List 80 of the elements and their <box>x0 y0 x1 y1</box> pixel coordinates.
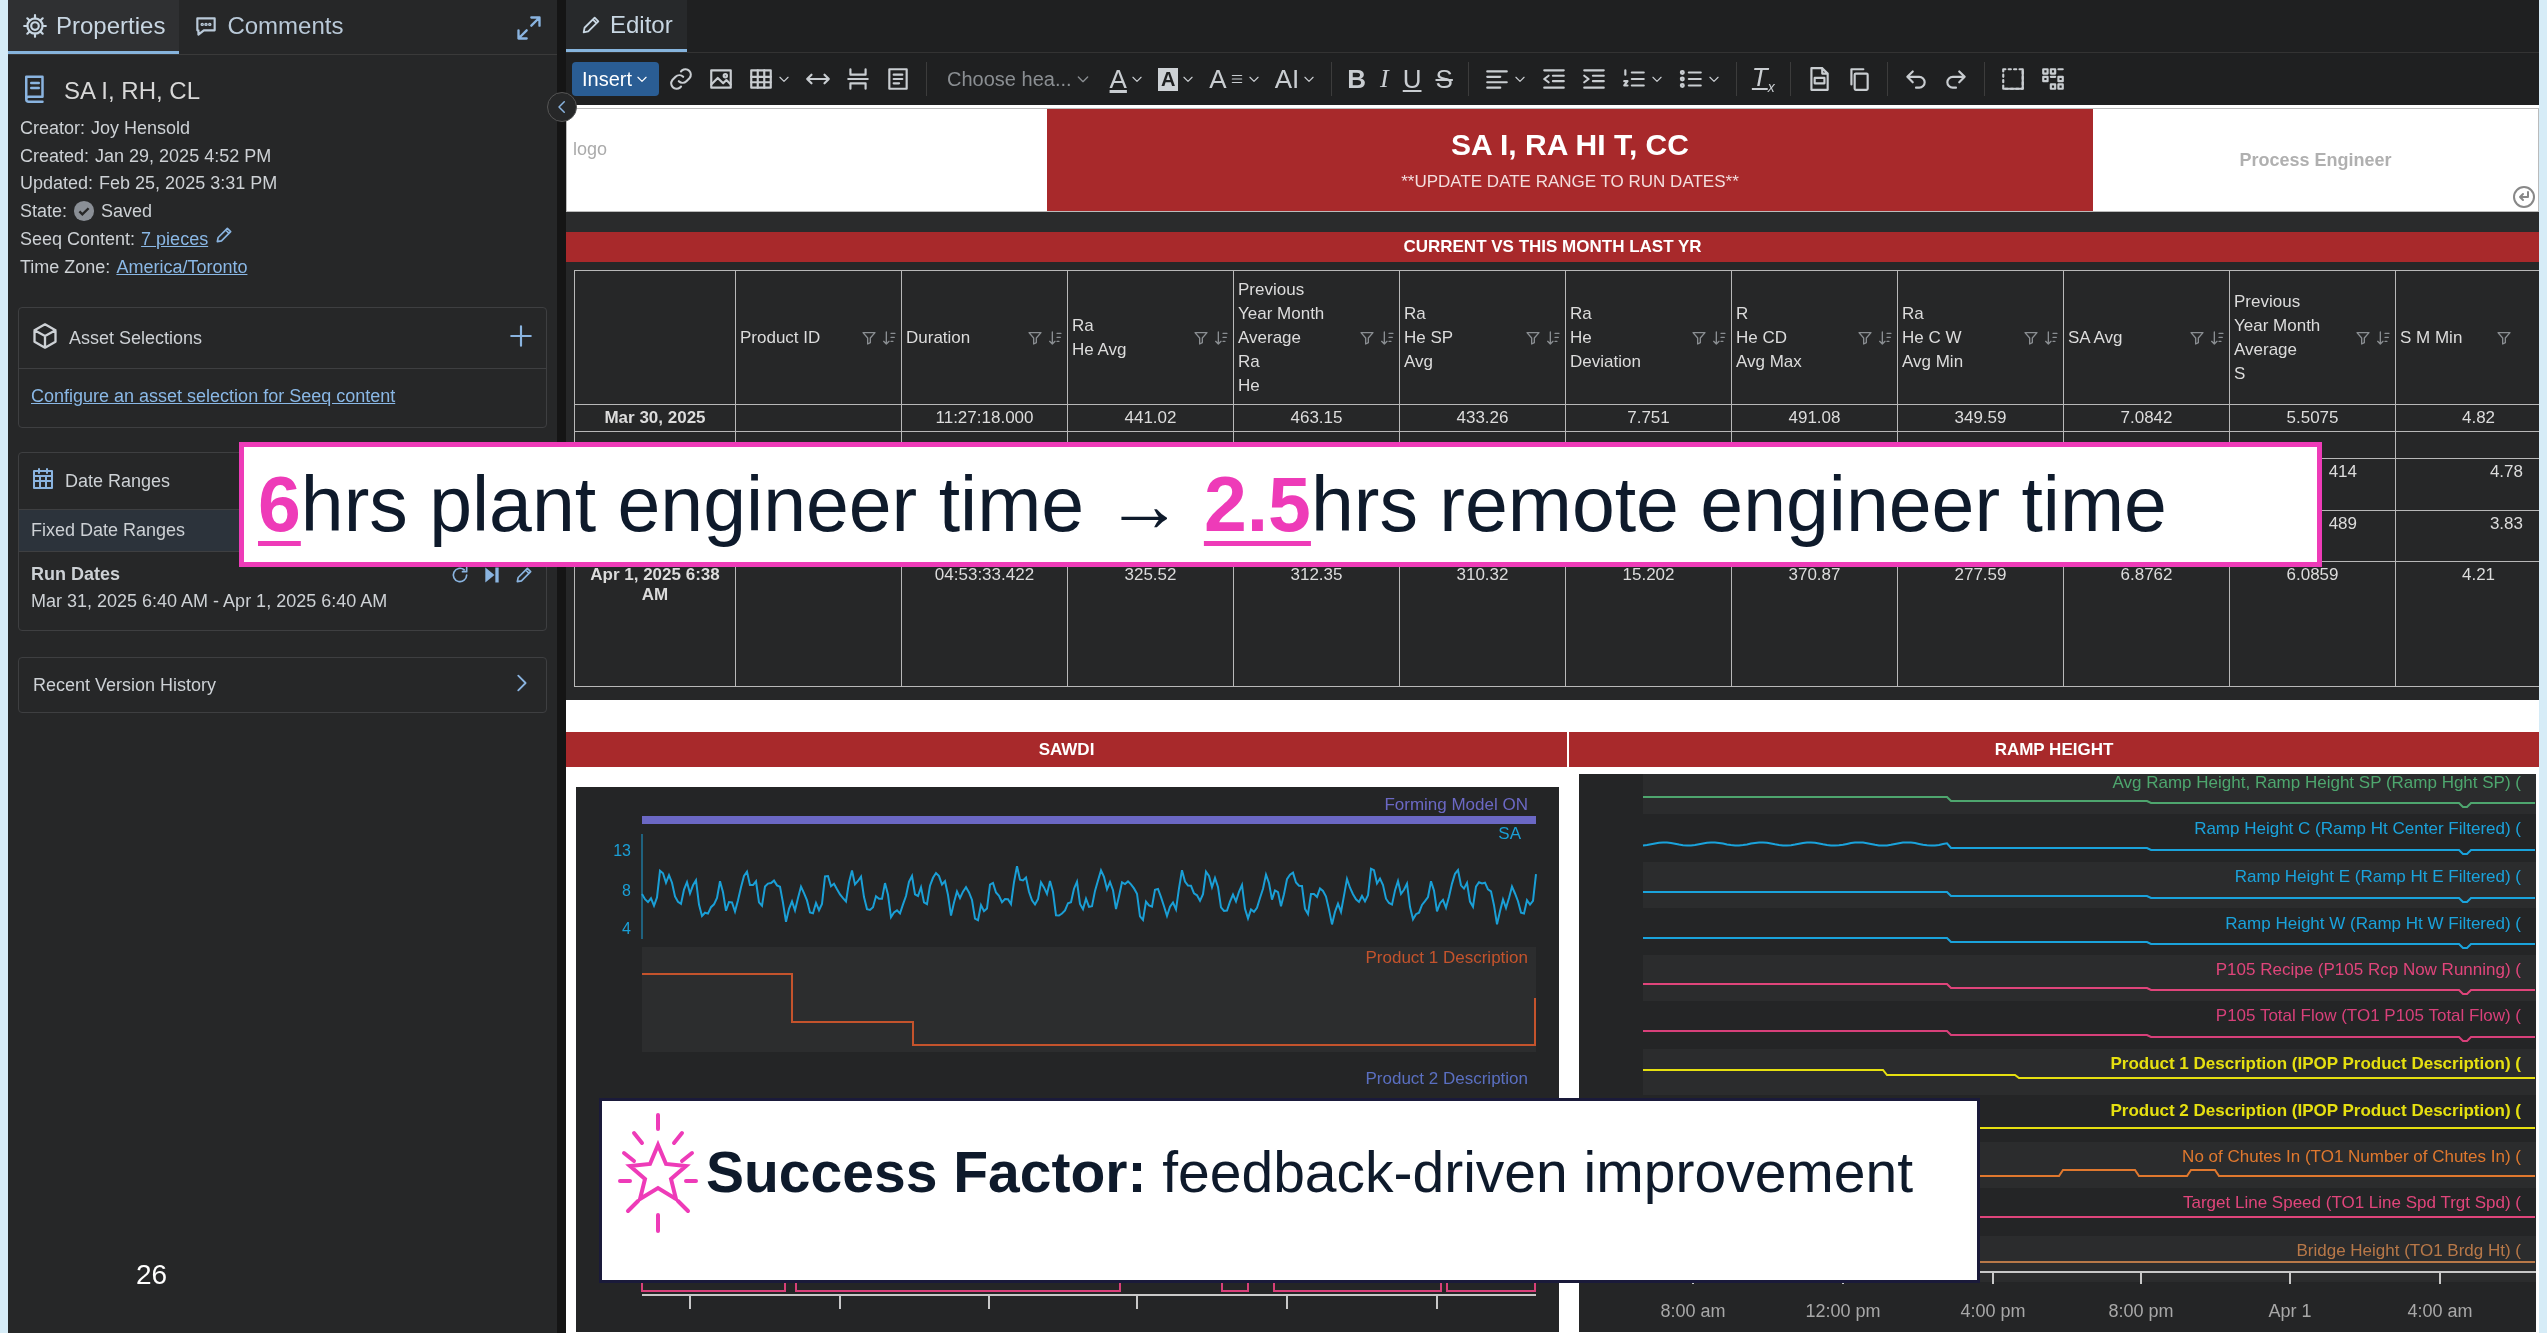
meta-value: Feb 25, 2025 3:31 PM <box>99 172 278 195</box>
table-cell: 7.0842 <box>2063 404 2230 432</box>
panel-tab[interactable]: Properties <box>8 0 180 54</box>
meta-value: Joy Hensold <box>91 117 191 140</box>
axis-tick-label: 13 <box>613 842 631 859</box>
lane-label: Ramp Height W (Ramp Ht W Filtered) ( <box>2225 914 2521 933</box>
logo-text: logo <box>573 139 608 159</box>
lane-label: Ramp Height E (Ramp Ht E Filtered) ( <box>2234 867 2521 886</box>
meta-label: Seeq Content: <box>20 227 136 251</box>
table-cell: 5.5075 <box>2229 404 2396 432</box>
chart-title: RAMP HEIGHT <box>1569 732 2539 767</box>
card-title: Date Ranges <box>65 470 171 492</box>
report-subtitle: **UPDATE DATE RANGE TO RUN DATES** <box>1401 172 1739 192</box>
lane-label: Product 2 Description (IPOP Product Description) ( <box>2110 1101 2521 1120</box>
meta-label: Time Zone: <box>20 255 111 279</box>
panel-tab[interactable]: Comments <box>179 0 358 54</box>
row-header: Mar 30, 2025 <box>574 404 736 432</box>
toolbar-button[interactable]: A <box>1104 60 1149 98</box>
lane-label: Bridge Height (TO1 Brdg Ht) ( <box>2296 1241 2521 1260</box>
lane-label: Product 1 Description (IPOP Product Description) ( <box>2110 1054 2521 1073</box>
meta-value: Saved <box>101 199 153 223</box>
section-title: CURRENT VS THIS MONTH LAST YR <box>566 232 2539 262</box>
version-history-row[interactable]: Recent Version History <box>18 657 547 713</box>
lane-label: Ramp Height C (Ramp Ht Center Filtered) ( <box>2194 819 2521 838</box>
toolbar-button[interactable]: U <box>1397 60 1427 98</box>
timezone-link[interactable]: America/Toronto <box>116 253 248 281</box>
meta-label: Created: <box>20 144 90 168</box>
meta-value: Jan 29, 2025 4:52 PM <box>95 144 272 168</box>
table-cell: 433.26 <box>1399 404 1566 432</box>
card-title: Asset Selections <box>69 327 203 349</box>
editor-tab[interactable]: Editor <box>566 0 687 52</box>
axis-tick-label: 4:00 pm <box>1960 1301 2026 1321</box>
insert-dropdown[interactable]: Insert <box>572 62 660 96</box>
axis-tick-label: 4:00 am <box>2407 1301 2473 1321</box>
column-header[interactable]: Product ID <box>740 325 857 350</box>
lane-label: Avg Ramp Height, Ramp Height SP (Ramp Hght SP) ( <box>2112 774 2521 792</box>
axis-tick-label: 8:00 am <box>1660 1301 1726 1321</box>
content-link[interactable]: 7 pieces <box>141 225 209 253</box>
column-header[interactable]: Duration <box>906 325 1023 350</box>
meta-label: Updated: <box>20 172 94 195</box>
toolbar-button[interactable]: S <box>1430 60 1458 98</box>
lane-label: No of Chutes In (TO1 Number of Chutes In) ( <box>2182 1147 2521 1166</box>
lane-label: Forming Model ON <box>1384 795 1528 814</box>
toolbar-button[interactable]: T$_{x}$ <box>1746 60 1780 98</box>
meta-label: Creator: <box>20 117 86 140</box>
axis-tick-label: Apr 1 <box>2268 1301 2312 1321</box>
table-cell: 441.02 <box>1067 404 1234 432</box>
chart-title: SAWDI <box>566 732 1567 767</box>
table-cell: 7.751 <box>1565 404 1732 432</box>
column-header[interactable]: S M Min <box>2400 325 2463 350</box>
axis-tick-label: 12:00 pm <box>1805 1301 1881 1321</box>
table-cell: 349.59 <box>1897 404 2064 432</box>
table-cell: 463.15 <box>1233 404 1400 432</box>
axis-tick-label: 4 <box>622 920 631 937</box>
range-dates: Mar 31, 2025 6:40 AM - Apr 1, 2025 6:40 AM <box>31 591 389 612</box>
lane-label: Product 2 Description <box>1365 1069 1528 1088</box>
callout-text: Success Factor: feedback-driven improvement <box>706 1139 1914 1205</box>
lane-label: Product 1 Description <box>1365 948 1528 967</box>
toolbar-button[interactable]: I <box>1375 60 1394 98</box>
toolbar-button[interactable]: A <box>1152 60 1201 98</box>
worksheet-title: SA I, RH, CL <box>64 77 201 105</box>
table-cell: 491.08 <box>1731 404 1898 432</box>
toolbar-button[interactable]: A <box>1204 60 1266 98</box>
axis-tick-label: 8 <box>622 882 631 899</box>
axis-tick-label: 8:00 pm <box>2108 1301 2174 1321</box>
heading-select[interactable]: Choose hea... <box>937 60 1101 98</box>
lane-label: SA <box>1498 824 1521 843</box>
toolbar-button[interactable]: B <box>1342 60 1372 98</box>
toolbar-button[interactable]: AI <box>1269 60 1322 98</box>
configure-link[interactable]: Configure an asset selection for Seeq content <box>31 386 396 406</box>
lane-label: Target Line Speed (TO1 Line Spd Trgt Spd) ( <box>2183 1193 2521 1212</box>
lane-label: P105 Recipe (P105 Rcp Now Running) ( <box>2215 960 2521 979</box>
range-name: Run Dates <box>31 564 121 585</box>
meta-label: State: <box>20 199 68 223</box>
table-cell: 11:27:18.000 <box>901 404 1068 432</box>
page-number: 26 <box>135 1259 169 1292</box>
lane-label: P105 Total Flow (TO1 P105 Total Flow) ( <box>2215 1006 2521 1025</box>
column-header[interactable]: SA Avg <box>2068 325 2185 350</box>
role-label: Process Engineer <box>2239 149 2392 171</box>
report-title: SA I, RA HI T, CC <box>1451 128 1689 162</box>
